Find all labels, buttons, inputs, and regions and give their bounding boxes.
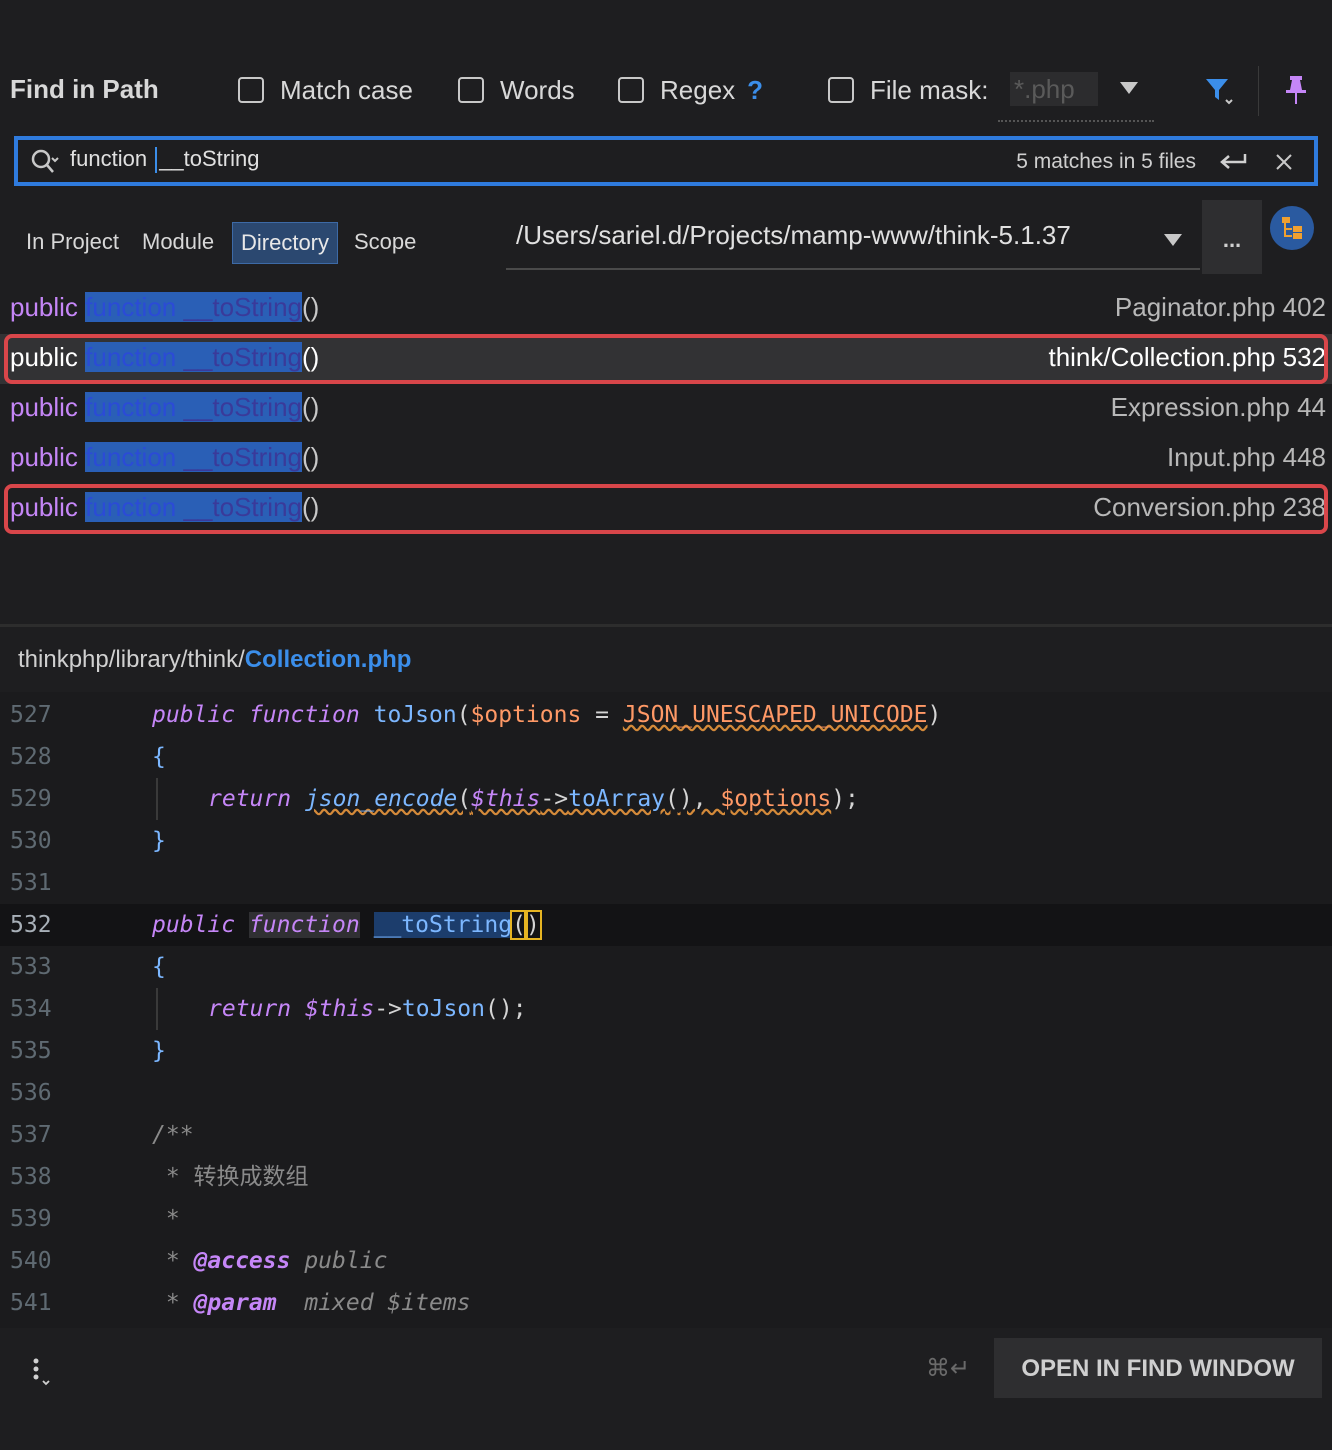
directory-underline: [506, 268, 1200, 270]
code-line: 533 {: [10, 954, 166, 980]
match-highlight: __toString: [183, 442, 303, 472]
code-line: 527 public function toJson($options = JS…: [10, 702, 942, 728]
code-line: 539 *: [10, 1206, 180, 1232]
code-preview[interactable]: 527 public function toJson($options = JS…: [0, 692, 1332, 1328]
code-line: 536: [10, 1080, 52, 1106]
code-line: 530 }: [10, 828, 166, 854]
directory-input[interactable]: /Users/sariel.d/Projects/mamp-www/think-…: [516, 220, 1071, 251]
result-code: public function __toString(): [10, 292, 320, 322]
code-line: 538 * 转换成数组: [10, 1164, 309, 1190]
code-line-current: 532 public function __toString(): [0, 904, 1332, 946]
code-line: 531: [10, 870, 52, 896]
tab-scope[interactable]: Scope: [346, 222, 424, 262]
more-options-icon[interactable]: [28, 1356, 52, 1386]
regex-help-icon[interactable]: ?: [747, 75, 763, 106]
splitter[interactable]: [0, 624, 1332, 627]
directory-tree-icon[interactable]: [1270, 206, 1314, 250]
search-query-part1: function: [70, 146, 148, 171]
tab-directory[interactable]: Directory: [232, 222, 339, 264]
result-code: public function __toString(): [10, 442, 320, 472]
code-line: 529 return json_encode($this->toArray(),…: [10, 786, 859, 812]
match-highlight: __toString: [183, 292, 303, 322]
match-case-label: Match case: [280, 74, 413, 105]
directory-dropdown-icon[interactable]: [1164, 234, 1182, 246]
file-mask-underline: [998, 120, 1154, 122]
match-highlight: function: [85, 392, 177, 422]
file-mask-option[interactable]: File mask:: [828, 72, 988, 108]
match-case-checkbox[interactable]: [238, 77, 264, 103]
code-line: 535 }: [10, 1038, 166, 1064]
code-line: 541 * @param mixed $items: [10, 1290, 471, 1316]
code-line: 528 {: [10, 744, 166, 770]
search-input[interactable]: function __toString: [70, 146, 260, 174]
toolbar-separator: [1258, 66, 1259, 116]
close-icon[interactable]: [1274, 152, 1294, 172]
search-query-part2: __toString: [159, 146, 260, 171]
regex-label: Regex: [660, 74, 736, 105]
result-code: public function __toString(): [10, 392, 320, 422]
file-mask-dropdown-icon[interactable]: [1120, 82, 1138, 94]
match-case-option[interactable]: Match case: [238, 72, 413, 108]
shortcut-hint: ⌘↵: [926, 1355, 971, 1382]
match-count: 5 matches in 5 files: [1016, 150, 1196, 173]
result-row[interactable]: public function __toString() Paginator.p…: [0, 284, 1332, 334]
filter-icon[interactable]: [1204, 76, 1234, 106]
tab-in-project[interactable]: In Project: [18, 222, 127, 262]
file-mask-input[interactable]: *.php: [1010, 72, 1098, 106]
regex-option[interactable]: Regex ?: [618, 72, 763, 108]
tab-module[interactable]: Module: [134, 222, 222, 262]
result-file: Expression.php 44: [1110, 392, 1326, 422]
code-line: 534 return $this->toJson();: [10, 996, 527, 1022]
file-mask-checkbox[interactable]: [828, 77, 854, 103]
code-line: 537 /**: [10, 1122, 194, 1148]
match-highlight: function: [85, 292, 177, 322]
result-file: Paginator.php 402: [1114, 292, 1326, 322]
words-label: Words: [500, 74, 575, 105]
result-row[interactable]: public function __toString() Input.php 4…: [0, 434, 1332, 484]
search-icon[interactable]: [30, 148, 60, 176]
annotation-highlight-box: [4, 334, 1328, 384]
dialog-title: Find in Path: [10, 74, 159, 104]
words-checkbox[interactable]: [458, 77, 484, 103]
file-mask-label: File mask:: [870, 74, 989, 105]
search-bar[interactable]: function __toString 5 matches in 5 files: [14, 136, 1318, 186]
enter-icon[interactable]: [1218, 150, 1248, 174]
match-highlight: __toString: [183, 392, 303, 422]
result-file: Input.php 448: [1166, 442, 1326, 472]
words-option[interactable]: Words: [458, 72, 575, 108]
code-line: 540 * @access public: [10, 1248, 388, 1274]
match-highlight: function: [85, 442, 177, 472]
text-caret: [155, 147, 158, 174]
preview-file-name: Collection.php: [244, 646, 412, 673]
pin-icon[interactable]: [1282, 74, 1310, 106]
regex-checkbox[interactable]: [618, 77, 644, 103]
annotation-highlight-box: [4, 484, 1328, 534]
result-row[interactable]: public function __toString() Expression.…: [0, 384, 1332, 434]
browse-button[interactable]: ...: [1202, 200, 1262, 274]
open-in-find-window-button[interactable]: OPEN IN FIND WINDOW: [994, 1338, 1322, 1398]
preview-file-path: thinkphp/library/think/Collection.php: [18, 646, 412, 673]
